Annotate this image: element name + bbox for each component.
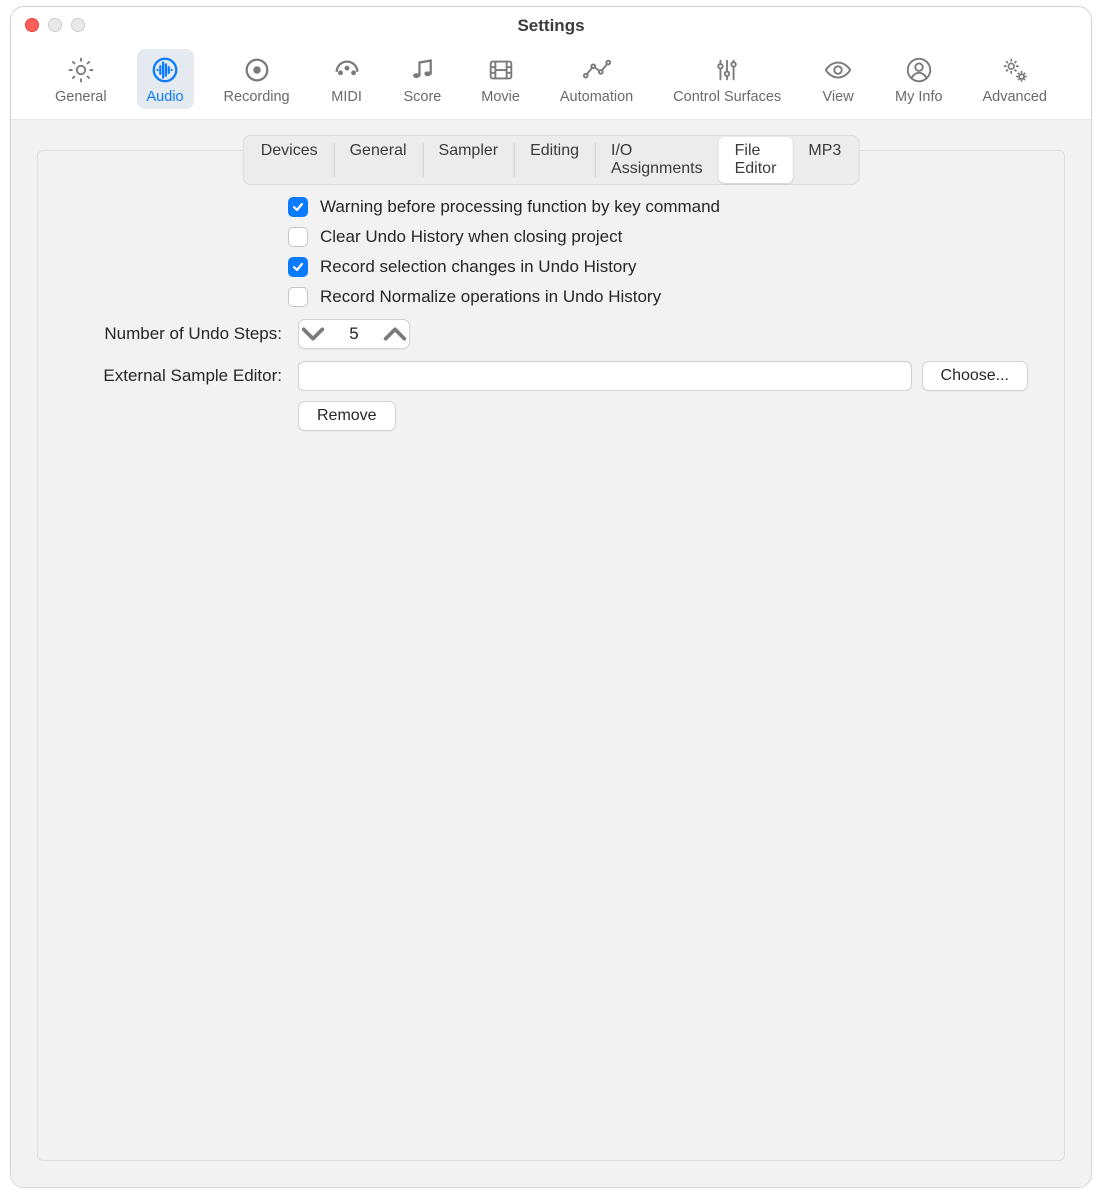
checkbox-row-record-selection: Record selection changes in Undo History xyxy=(74,257,1028,277)
subtab-file-editor[interactable]: File Editor xyxy=(719,137,793,183)
toolbar-tab-label: My Info xyxy=(895,89,943,105)
waveform-icon xyxy=(150,55,180,85)
undo-steps-value: 5 xyxy=(327,324,381,344)
stepper-increment[interactable] xyxy=(381,320,409,348)
toolbar-tab-label: Control Surfaces xyxy=(673,89,781,105)
subtab-io-assignments[interactable]: I/O Assignments xyxy=(595,137,719,183)
undo-steps-stepper[interactable]: 5 xyxy=(298,319,410,349)
record-icon xyxy=(242,55,272,85)
maximize-window-button[interactable] xyxy=(71,18,85,32)
score-icon xyxy=(407,55,437,85)
toolbar-tab-label: Audio xyxy=(147,89,184,105)
preferences-toolbar: General Audio Recording MIDI Score Movie Autom… xyxy=(11,45,1091,120)
choose-external-editor-button[interactable]: Choose... xyxy=(922,361,1028,391)
checkbox-label: Record selection changes in Undo History xyxy=(320,257,637,277)
checkbox-warn-key-command[interactable] xyxy=(288,197,308,217)
toolbar-tab-control-surfaces[interactable]: Control Surfaces xyxy=(663,49,791,109)
subtab-mp3[interactable]: MP3 xyxy=(792,137,857,183)
toolbar-tab-automation[interactable]: Automation xyxy=(550,49,643,109)
undo-steps-row: Number of Undo Steps: 5 xyxy=(74,319,1028,349)
checkbox-row-record-normalize: Record Normalize operations in Undo Hist… xyxy=(74,287,1028,307)
stepper-decrement[interactable] xyxy=(299,320,327,348)
toolbar-tab-recording[interactable]: Recording xyxy=(214,49,300,109)
subtab-general[interactable]: General xyxy=(334,137,423,183)
subtab-devices[interactable]: Devices xyxy=(245,137,334,183)
external-editor-label: External Sample Editor: xyxy=(74,366,288,386)
external-editor-input[interactable] xyxy=(298,361,912,391)
traffic-lights xyxy=(25,18,85,32)
gears-icon xyxy=(1000,55,1030,85)
toolbar-tab-general[interactable]: General xyxy=(45,49,117,109)
window-title: Settings xyxy=(11,16,1091,36)
content-area: DevicesGeneralSamplerEditingI/O Assignme… xyxy=(11,120,1091,1187)
settings-window: Settings General Audio Recording MIDI Score M… xyxy=(10,6,1092,1188)
checkbox-label: Clear Undo History when closing project xyxy=(320,227,622,247)
checkbox-record-normalize[interactable] xyxy=(288,287,308,307)
titlebar: Settings xyxy=(11,7,1091,45)
toolbar-tab-view[interactable]: View xyxy=(811,49,865,109)
audio-subtabs: DevicesGeneralSamplerEditingI/O Assignme… xyxy=(243,135,860,185)
file-editor-form: Warning before processing function by ke… xyxy=(38,151,1064,431)
toolbar-tab-my-info[interactable]: My Info xyxy=(885,49,953,109)
toolbar-tab-label: Automation xyxy=(560,89,633,105)
midi-icon xyxy=(332,55,362,85)
person-icon xyxy=(904,55,934,85)
automation-icon xyxy=(582,55,612,85)
eye-icon xyxy=(823,55,853,85)
subtab-editing[interactable]: Editing xyxy=(514,137,595,183)
gear-icon xyxy=(66,55,96,85)
toolbar-tab-label: MIDI xyxy=(331,89,362,105)
checkbox-record-selection[interactable] xyxy=(288,257,308,277)
checkbox-label: Warning before processing function by ke… xyxy=(320,197,720,217)
checkbox-clear-undo-close[interactable] xyxy=(288,227,308,247)
toolbar-tab-label: Advanced xyxy=(982,89,1047,105)
toolbar-tab-label: Recording xyxy=(224,89,290,105)
checkbox-row-warn-key-command: Warning before processing function by ke… xyxy=(74,197,1028,217)
sliders-icon xyxy=(712,55,742,85)
toolbar-tab-label: General xyxy=(55,89,107,105)
close-window-button[interactable] xyxy=(25,18,39,32)
toolbar-tab-label: Score xyxy=(403,89,441,105)
subtab-sampler[interactable]: Sampler xyxy=(423,137,515,183)
minimize-window-button[interactable] xyxy=(48,18,62,32)
toolbar-tab-audio[interactable]: Audio xyxy=(137,49,194,109)
toolbar-tab-label: Movie xyxy=(481,89,520,105)
checkbox-label: Record Normalize operations in Undo Hist… xyxy=(320,287,661,307)
toolbar-tab-score[interactable]: Score xyxy=(393,49,451,109)
external-editor-row: External Sample Editor: Choose... xyxy=(74,361,1028,391)
toolbar-tab-label: View xyxy=(823,89,854,105)
film-icon xyxy=(486,55,516,85)
checkbox-row-clear-undo-close: Clear Undo History when closing project xyxy=(74,227,1028,247)
toolbar-tab-midi[interactable]: MIDI xyxy=(320,49,374,109)
remove-external-editor-button[interactable]: Remove xyxy=(298,401,396,431)
toolbar-tab-advanced[interactable]: Advanced xyxy=(972,49,1057,109)
audio-file-editor-panel: DevicesGeneralSamplerEditingI/O Assignme… xyxy=(37,150,1065,1161)
undo-steps-label: Number of Undo Steps: xyxy=(74,324,288,344)
toolbar-tab-movie[interactable]: Movie xyxy=(471,49,530,109)
